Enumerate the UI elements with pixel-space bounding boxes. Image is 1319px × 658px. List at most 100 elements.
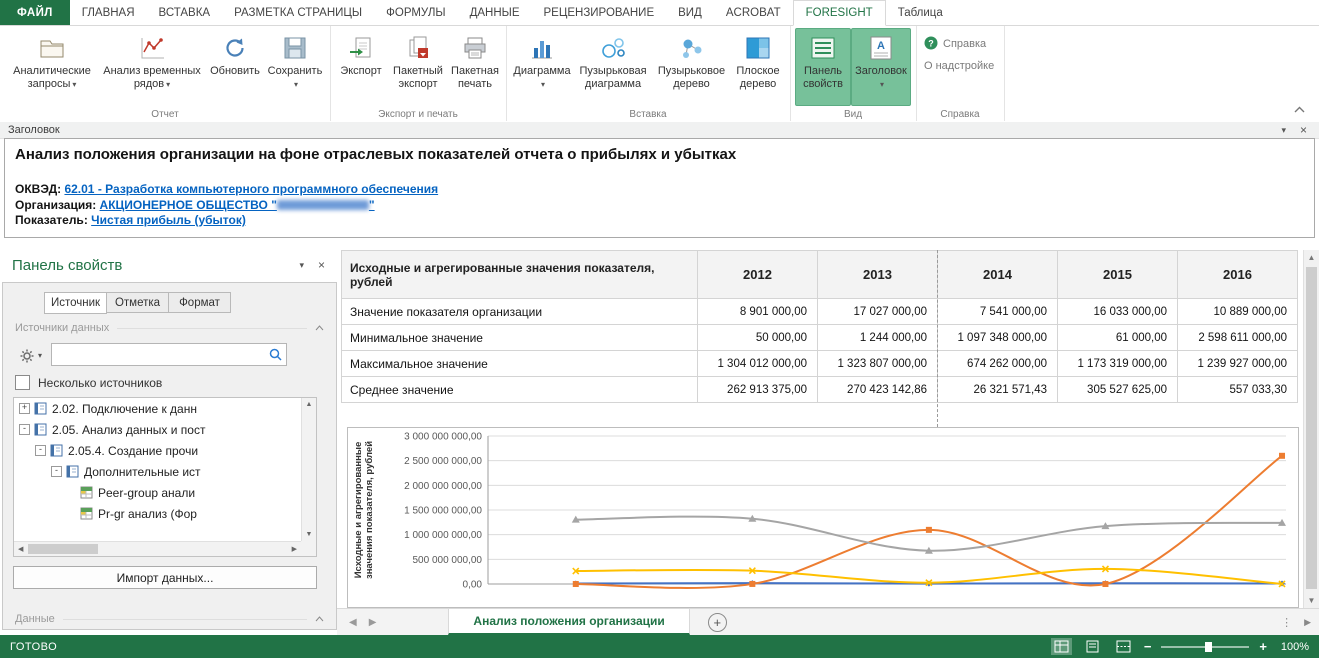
scrollbar-thumb[interactable]	[28, 544, 98, 554]
okved-link[interactable]: 62.01 - Разработка компьютерного програм…	[64, 182, 438, 196]
multi-source-checkbox[interactable]	[15, 375, 30, 390]
table-cell[interactable]: 262 913 375,00	[698, 377, 818, 403]
year-column-header[interactable]: 2015	[1058, 251, 1178, 299]
data-section-header[interactable]: Данные	[15, 613, 324, 625]
settings-gear-button[interactable]: ▾	[13, 343, 49, 368]
year-column-header[interactable]: 2014	[938, 251, 1058, 299]
table-cell[interactable]: 17 027 000,00	[818, 299, 938, 325]
scroll-right-icon[interactable]: ▶	[292, 545, 297, 553]
table-cell[interactable]: 8 901 000,00	[698, 299, 818, 325]
flat-tree-button[interactable]: Плоское дерево	[730, 28, 786, 106]
tab-table-contextual[interactable]: Таблица	[886, 0, 955, 25]
properties-panel-button[interactable]: Панель свойств	[795, 28, 851, 106]
scroll-down-icon[interactable]: ▼	[302, 531, 316, 538]
add-sheet-button[interactable]: +	[708, 613, 727, 632]
more-options-icon[interactable]: ⋮	[1281, 616, 1292, 629]
row-label[interactable]: Среднее значение	[342, 377, 698, 403]
batch-print-button[interactable]: Пакетная печать	[449, 28, 501, 106]
table-cell[interactable]: 557 033,30	[1178, 377, 1298, 403]
row-label[interactable]: Минимальное значение	[342, 325, 698, 351]
scroll-up-icon[interactable]: ▲	[302, 401, 316, 408]
search-input[interactable]	[51, 343, 287, 366]
tab-formulas[interactable]: ФОРМУЛЫ	[374, 0, 457, 25]
year-column-header[interactable]: 2012	[698, 251, 818, 299]
header-toggle-button[interactable]: A Заголовок ▾	[851, 28, 911, 106]
table-cell[interactable]: 1 097 348 000,00	[938, 325, 1058, 351]
tab-mark[interactable]: Отметка	[106, 292, 169, 313]
refresh-button[interactable]: Обновить	[206, 28, 264, 106]
table-cell[interactable]: 61 000,00	[1058, 325, 1178, 351]
zoom-out-button[interactable]: −	[1144, 639, 1152, 654]
tab-data[interactable]: ДАННЫЕ	[458, 0, 532, 25]
collapse-icon[interactable]: -	[19, 424, 30, 435]
about-addin-button[interactable]: О надстройке	[924, 56, 994, 76]
pane-menu-icon[interactable]: ▾	[299, 260, 304, 271]
sheet-nav-left-icon[interactable]: ◀	[349, 617, 357, 628]
export-button[interactable]: Экспорт	[335, 28, 387, 106]
worksheet-vertical-scrollbar[interactable]: ▲ ▼	[1303, 250, 1319, 608]
table-cell[interactable]: 1 173 319 000,00	[1058, 351, 1178, 377]
tree-item[interactable]: Pr-gr анализ (Фор	[14, 503, 301, 524]
collapse-icon[interactable]: -	[35, 445, 46, 456]
close-icon[interactable]: ×	[1300, 125, 1307, 135]
table-cell[interactable]: 10 889 000,00	[1178, 299, 1298, 325]
year-column-header[interactable]: 2013	[818, 251, 938, 299]
tab-source[interactable]: Источник	[44, 292, 107, 314]
tab-view[interactable]: ВИД	[666, 0, 714, 25]
tab-format[interactable]: Формат	[168, 292, 231, 313]
bubble-tree-button[interactable]: Пузырьковое дерево	[653, 28, 730, 106]
scroll-up-icon[interactable]: ▲	[1304, 253, 1319, 262]
scroll-left-icon[interactable]: ◀	[18, 545, 23, 553]
tab-page-layout[interactable]: РАЗМЕТКА СТРАНИЦЫ	[222, 0, 374, 25]
batch-export-button[interactable]: Пакетный экспорт	[387, 28, 449, 106]
help-button[interactable]: ? Справка	[924, 34, 986, 54]
indicator-line-chart[interactable]: 3 000 000 000,002 500 000 000,002 000 00…	[347, 427, 1299, 608]
collapse-icon[interactable]: -	[51, 466, 62, 477]
tree-item[interactable]: - 2.05. Анализ данных и пост	[14, 419, 301, 440]
scrollbar-thumb[interactable]	[1306, 267, 1317, 589]
tab-insert[interactable]: ВСТАВКА	[147, 0, 223, 25]
expand-icon[interactable]: +	[19, 403, 30, 414]
row-label[interactable]: Значение показателя организации	[342, 299, 698, 325]
page-layout-view-icon[interactable]	[1082, 638, 1103, 655]
row-label[interactable]: Максимальное значение	[342, 351, 698, 377]
sheet-nav-right-icon[interactable]: ▶	[369, 617, 377, 628]
table-cell[interactable]: 50 000,00	[698, 325, 818, 351]
import-data-button[interactable]: Импорт данных...	[13, 566, 317, 589]
page-break-view-icon[interactable]	[1113, 638, 1134, 655]
table-cell[interactable]: 2 598 611 000,00	[1178, 325, 1298, 351]
data-sources-section-header[interactable]: Источники данных	[15, 322, 324, 334]
table-cell[interactable]: 305 527 625,00	[1058, 377, 1178, 403]
table-cell[interactable]: 270 423 142,86	[818, 377, 938, 403]
bubble-chart-button[interactable]: Пузырьковая диаграмма	[573, 28, 653, 106]
zoom-slider-thumb[interactable]	[1205, 642, 1212, 652]
organization-link[interactable]: АКЦИОНЕРНОЕ ОБЩЕСТВО ""	[100, 198, 375, 212]
year-column-header[interactable]: 2016	[1178, 251, 1298, 299]
tree-vertical-scrollbar[interactable]: ▲ ▼	[301, 398, 316, 541]
tree-item[interactable]: Peer-group анали	[14, 482, 301, 503]
table-cell[interactable]: 26 321 571,43	[938, 377, 1058, 403]
file-tab[interactable]: ФАЙЛ	[0, 0, 70, 25]
indicator-link[interactable]: Чистая прибыль (убыток)	[91, 213, 246, 227]
scroll-down-icon[interactable]: ▼	[1304, 596, 1319, 605]
table-cell[interactable]: 674 262 000,00	[938, 351, 1058, 377]
tab-home[interactable]: ГЛАВНАЯ	[70, 0, 147, 25]
scroll-right-icon[interactable]: ▶	[1304, 617, 1311, 628]
zoom-slider[interactable]	[1161, 646, 1249, 648]
save-button[interactable]: Сохранить ▾	[264, 28, 326, 106]
table-cell[interactable]: 1 304 012 000,00	[698, 351, 818, 377]
pane-menu-icon[interactable]: ▾	[1281, 125, 1286, 136]
chart-button[interactable]: Диаграмма ▾	[511, 28, 573, 106]
table-cell[interactable]: 1 239 927 000,00	[1178, 351, 1298, 377]
table-cell[interactable]: 7 541 000,00	[938, 299, 1058, 325]
close-icon[interactable]: ×	[318, 260, 325, 270]
normal-view-icon[interactable]	[1051, 638, 1072, 655]
time-series-analysis-button[interactable]: Анализ временных рядов▾	[100, 28, 204, 106]
tree-horizontal-scrollbar[interactable]: ◀ ▶	[14, 541, 301, 556]
tree-item[interactable]: + 2.02. Подключение к данн	[14, 398, 301, 419]
sheet-tab-active[interactable]: Анализ положения организации	[448, 609, 689, 635]
table-cell[interactable]: 1 323 807 000,00	[818, 351, 938, 377]
analytic-queries-button[interactable]: Аналитические запросы▾	[4, 28, 100, 106]
tab-review[interactable]: РЕЦЕНЗИРОВАНИЕ	[532, 0, 667, 25]
tab-foresight[interactable]: FORESIGHT	[793, 0, 886, 26]
